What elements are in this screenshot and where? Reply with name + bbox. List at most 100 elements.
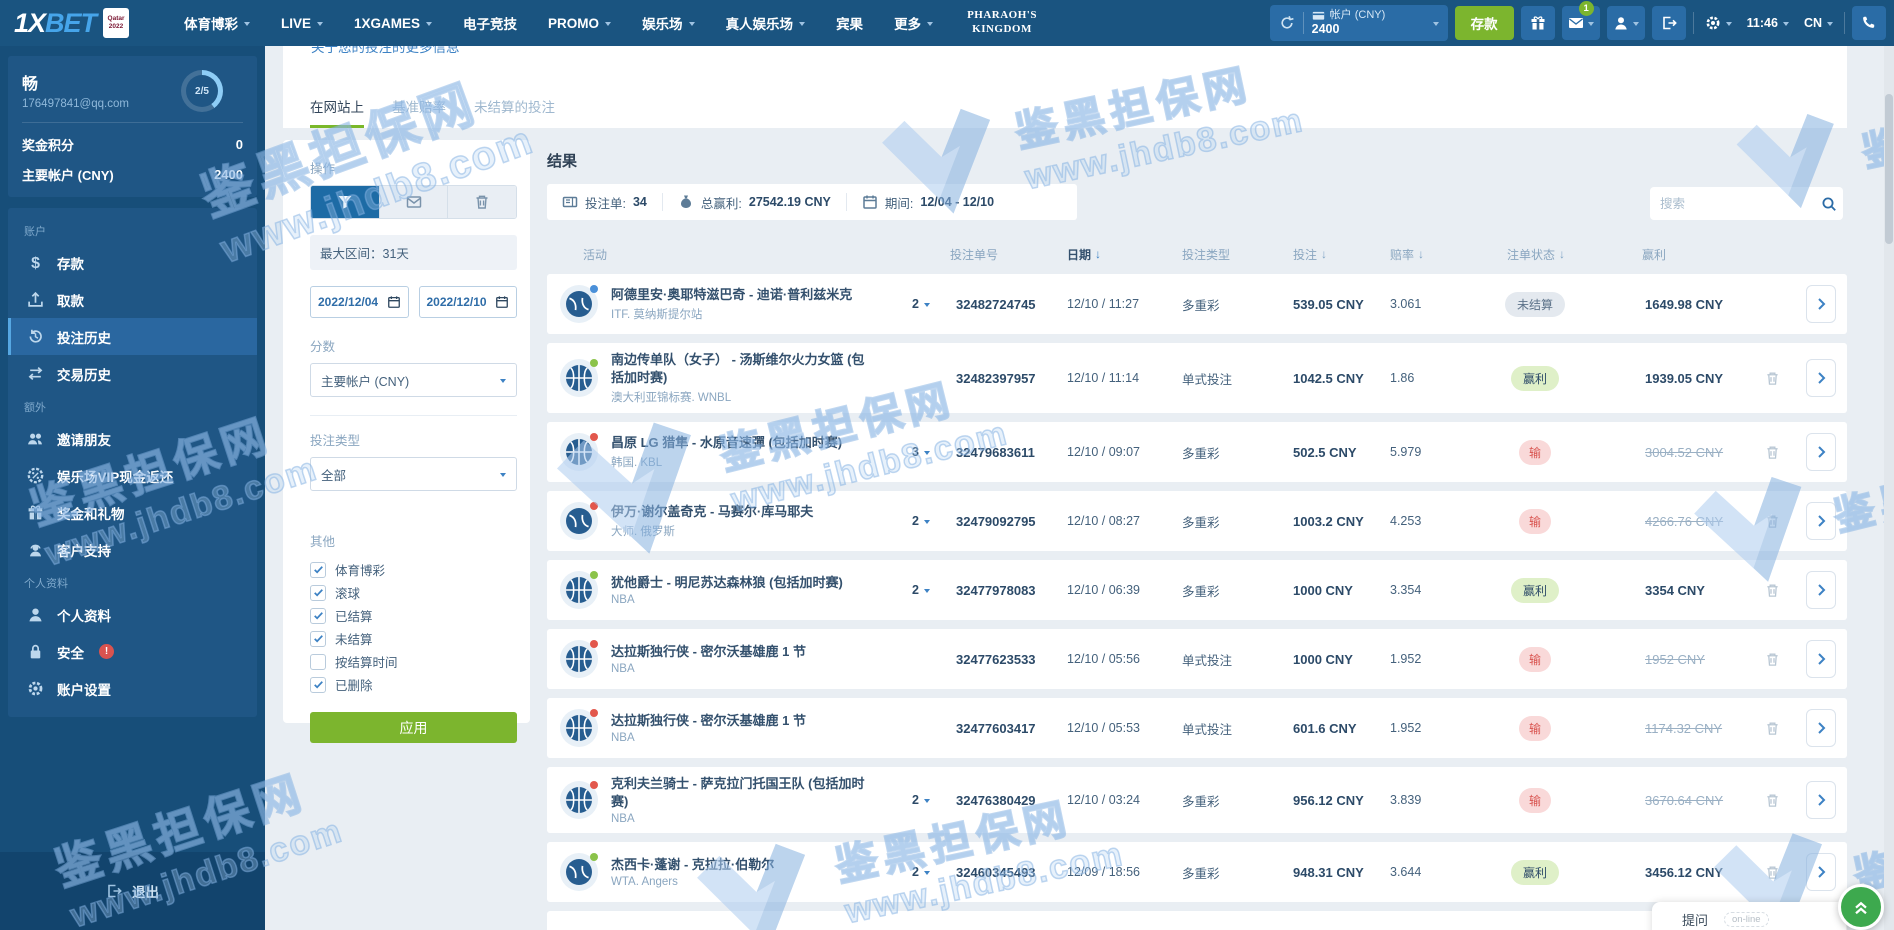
filter-checkbox[interactable]: 已删除 [310,673,517,696]
scroll-to-top-button[interactable] [1838,884,1884,930]
trash-icon[interactable] [1765,792,1780,809]
expand-toggle[interactable]: 2 [912,865,930,879]
column-header[interactable]: 投注 ↓ [1286,246,1383,263]
language-selector[interactable]: CN [1800,16,1837,30]
filter-checkbox[interactable]: 未结算 [310,627,517,650]
trash-icon[interactable] [1765,582,1780,599]
refresh-icon[interactable] [1279,15,1295,31]
profile-progress-ring[interactable]: 2/5 [181,70,223,112]
nav-item-8[interactable]: 更多 [894,13,934,33]
row-detail-button[interactable] [1806,853,1836,892]
tab-2[interactable]: 未结算的投注 [474,96,555,128]
bet-type: 多重彩 [1182,446,1220,461]
row-detail-button[interactable] [1806,433,1836,472]
delete-button[interactable] [448,186,516,218]
apply-button[interactable]: 应用 [310,712,517,743]
row-detail-button[interactable] [1806,502,1836,541]
expand-toggle[interactable]: 3 [912,445,930,459]
nav-item-pharaohs-kingdom[interactable]: PHARAOH'S KINGDOM [967,9,1037,37]
nav-item-1[interactable]: LIVE [281,16,324,31]
event-title[interactable]: 克利夫兰骑士 - 萨克拉门托国王队 (包括加时赛) [611,775,876,810]
filter-checkbox[interactable]: 已结算 [310,604,517,627]
search-icon[interactable] [1821,196,1837,212]
date-to-input[interactable]: 2022/12/10 [418,286,517,318]
expand-toggle[interactable]: 2 [912,793,930,807]
sidebar-item-gift[interactable]: 奖金和礼物 [8,494,257,531]
trash-icon[interactable] [1765,370,1780,387]
trash-icon[interactable] [1765,720,1780,737]
expand-toggle[interactable]: 2 [912,583,930,597]
chat-widget[interactable]: 提问 on-line [1652,902,1846,930]
column-header[interactable]: 赔率 ↓ [1383,246,1470,263]
nav-item-2[interactable]: 1XGAMES [354,16,433,31]
gifts-button[interactable] [1520,6,1555,40]
event-title[interactable]: 昌原 LG 猎隼 - 水原音速彈 (包括加时赛) [611,434,842,452]
row-detail-button[interactable] [1806,285,1836,323]
settings-menu[interactable] [1701,15,1736,31]
filter-button[interactable] [311,186,380,218]
row-detail-button[interactable] [1806,709,1836,748]
chevron-down-icon [426,21,433,29]
filter-checkbox[interactable]: 体育博彩 [310,558,517,581]
event-title[interactable]: 阿德里安·奥耶特滋巴奇 - 迪诺·普利兹米克 [611,286,852,304]
page-scrollbar[interactable] [1884,46,1894,930]
expand-toggle[interactable]: 2 [912,514,930,528]
event-title[interactable]: 杰西卡·蓬谢 - 克拉拉·伯勒尔 [611,856,774,874]
trash-icon[interactable] [1765,444,1780,461]
sidebar-item-withdraw[interactable]: 取款 [8,281,257,318]
date-from-input[interactable]: 2022/12/04 [310,286,409,318]
nav-item-6[interactable]: 真人娱乐场 [726,13,806,33]
trash-icon[interactable] [1765,513,1780,530]
trash-icon[interactable] [1765,651,1780,668]
time-selector[interactable]: 11:46 [1743,16,1793,30]
nav-item-4[interactable]: PROMO [548,16,612,31]
event-title[interactable]: 伊万·谢尔盖奇克 - 马赛尔·库马耶夫 [611,503,813,521]
nav-item-5[interactable]: 娱乐场 [642,13,695,33]
event-title[interactable]: 达拉斯独行侠 - 密尔沃基雄鹿 1 节 [611,712,806,730]
nav-item-7[interactable]: 宾果 [836,13,863,33]
brand-logo[interactable]: 1X BET Qatar 2022 [14,8,170,39]
row-detail-button[interactable] [1806,359,1836,398]
bet-number: 32482724745 [956,296,1036,312]
column-header[interactable]: 日期 ↓ [1060,246,1175,263]
sidebar-item-support[interactable]: 客户支持 [8,531,257,568]
deposit-button[interactable]: 存款 [1454,6,1514,40]
sidebar-item-lock[interactable]: 安全! [8,633,257,670]
sidebar-item-gear[interactable]: 账户设置 [8,670,257,707]
account-select[interactable]: 主要帐户 (CNY) [310,363,517,397]
tab-1[interactable]: 基准赔率 [392,96,446,128]
sidebar-item-user[interactable]: 个人资料 [8,596,257,633]
column-header[interactable]: 注单状态 ↓ [1470,246,1600,263]
nav-item-0[interactable]: 体育博彩 [184,13,250,33]
bet-type-select[interactable]: 全部 [310,457,517,491]
sidebar-item-cashback[interactable]: 娱乐场VIP现金返还 [8,457,257,494]
mail-export-button[interactable] [379,186,449,218]
sidebar-item-users[interactable]: 邀请朋友 [8,420,257,457]
event-title[interactable]: 南边传单队（女子） - 汤斯维尔火力女篮 (包括加时赛) [611,351,876,386]
nav-item-3[interactable]: 电子竞技 [463,13,517,33]
tab-0[interactable]: 在网站上 [310,96,364,128]
row-detail-button[interactable] [1806,781,1836,820]
expand-toggle[interactable]: 2 [912,297,930,311]
bet-type: 单式投注 [1182,372,1233,387]
trash-icon[interactable] [1765,864,1780,881]
scrollbar-thumb[interactable] [1885,94,1893,244]
filter-checkbox[interactable]: 按结算时间 [310,650,517,673]
logout-button-top[interactable] [1651,6,1686,40]
logout-button[interactable]: 退出 [106,881,159,901]
history-icon [27,328,44,345]
sidebar-item-history[interactable]: 投注历史 [8,318,257,355]
filter-checkbox[interactable]: 滚球 [310,581,517,604]
messages-button[interactable]: 1 [1561,1,1600,40]
row-detail-button[interactable] [1806,571,1836,610]
sidebar-item-exchange[interactable]: 交易历史 [8,355,257,392]
sidebar-item-deposit[interactable]: 存款 [8,244,257,281]
phone-support-button[interactable] [1852,6,1886,40]
row-detail-button[interactable] [1806,640,1836,679]
profile-button[interactable] [1606,6,1645,40]
search-input[interactable] [1660,196,1821,211]
event-title[interactable]: 犹他爵士 - 明尼苏达森林狼 (包括加时赛) [611,574,843,592]
account-selector[interactable]: 帐户 (CNY) 2400 [1269,5,1448,41]
basketball-icon [560,433,598,472]
event-title[interactable]: 达拉斯独行侠 - 密尔沃基雄鹿 1 节 [611,643,806,661]
